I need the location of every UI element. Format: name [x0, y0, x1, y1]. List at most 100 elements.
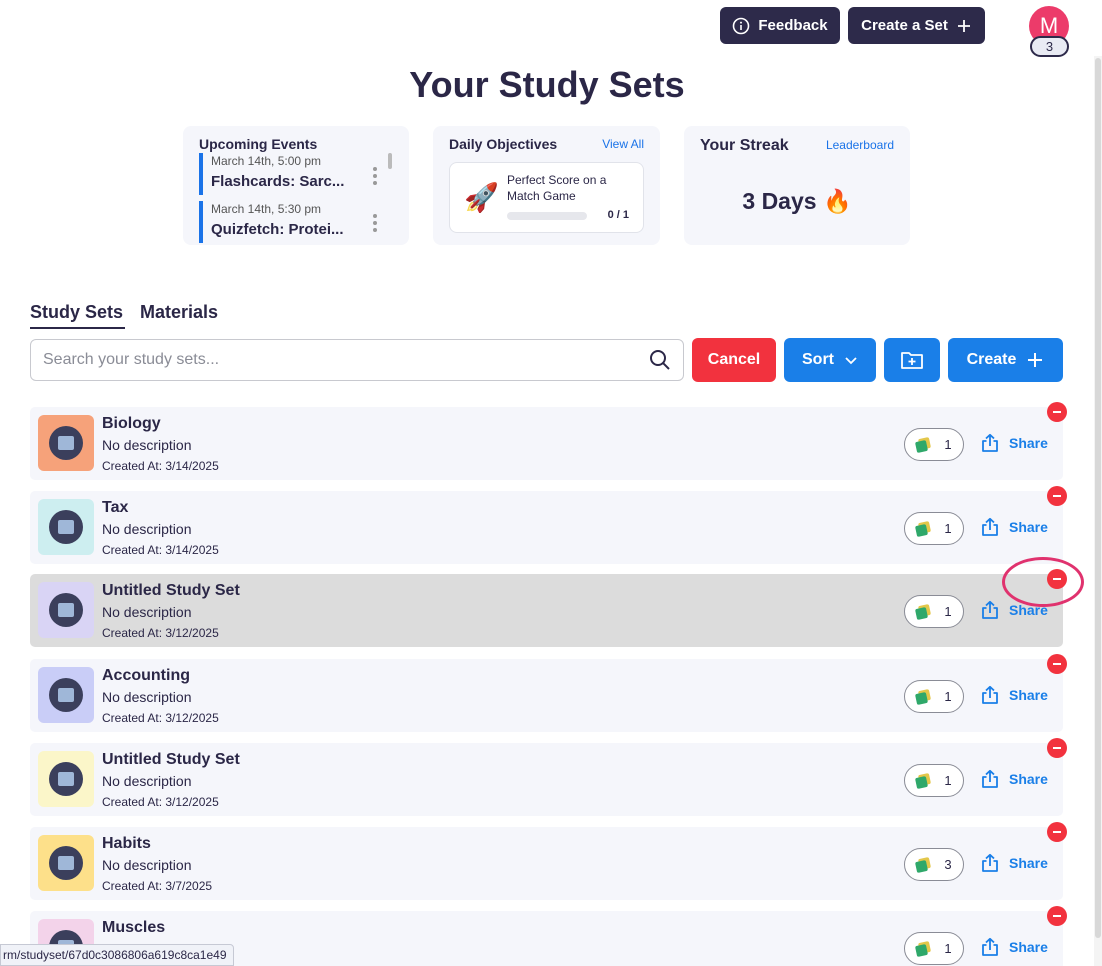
- minus-icon: [1053, 831, 1061, 833]
- share-button[interactable]: Share: [980, 853, 1048, 873]
- remove-study-set-button[interactable]: [1047, 486, 1067, 506]
- page-title: Your Study Sets: [409, 64, 685, 105]
- study-set-thumbnail: [38, 582, 94, 638]
- event-name: Quizfetch: Protei...: [211, 221, 344, 238]
- table-row[interactable]: Untitled Study Set No description Create…: [30, 743, 1063, 816]
- table-row[interactable]: Biology No description Created At: 3/14/…: [30, 407, 1063, 480]
- table-row[interactable]: Tax No description Created At: 3/14/2025…: [30, 491, 1063, 564]
- study-set-title[interactable]: Accounting: [102, 667, 190, 685]
- feedback-button[interactable]: Feedback: [720, 7, 840, 44]
- table-row[interactable]: Habits No description Created At: 3/7/20…: [30, 827, 1063, 900]
- minus-icon: [1053, 411, 1061, 413]
- flashcards-icon: [915, 603, 932, 620]
- info-icon: [733, 17, 750, 34]
- objective-item: 🚀 Perfect Score on a Match Game 0 / 1: [449, 162, 644, 233]
- avatar-badge-count: 3: [1045, 39, 1054, 54]
- study-set-created-at: Created At: 3/14/2025: [102, 459, 219, 473]
- new-folder-button[interactable]: [884, 338, 940, 382]
- flashcard-count-pill[interactable]: 1: [904, 428, 964, 461]
- tab-materials[interactable]: Materials: [140, 302, 218, 323]
- study-set-description: No description: [102, 773, 192, 789]
- remove-study-set-button[interactable]: [1047, 654, 1067, 674]
- event-menu-icon[interactable]: [373, 167, 377, 188]
- flashcards-icon: [915, 436, 932, 453]
- search-input[interactable]: [43, 340, 643, 380]
- table-row[interactable]: Accounting No description Created At: 3/…: [30, 659, 1063, 732]
- study-set-created-at: Created At: 3/12/2025: [102, 626, 219, 640]
- share-icon: [982, 433, 998, 452]
- plus-icon: [1028, 353, 1043, 367]
- study-set-title[interactable]: Tax: [102, 499, 128, 517]
- tab-study-sets[interactable]: Study Sets: [30, 302, 123, 323]
- study-set-title[interactable]: Untitled Study Set: [102, 582, 240, 600]
- cancel-button[interactable]: Cancel: [692, 338, 776, 382]
- study-set-title[interactable]: Habits: [102, 835, 151, 853]
- study-set-description: No description: [102, 857, 192, 873]
- flashcard-count-pill[interactable]: 1: [904, 512, 964, 545]
- share-icon: [982, 685, 998, 704]
- minus-icon: [1053, 915, 1061, 917]
- flashcard-count-pill[interactable]: 1: [904, 932, 964, 965]
- share-icon: [982, 853, 998, 872]
- flashcard-count: 1: [944, 689, 952, 704]
- flashcards-icon: [915, 856, 932, 873]
- plus-icon: [957, 19, 970, 32]
- share-icon: [982, 937, 998, 956]
- flashcard-count-pill[interactable]: 1: [904, 595, 964, 628]
- flashcard-count: 1: [944, 773, 952, 788]
- share-button[interactable]: Share: [980, 517, 1048, 537]
- search-icon[interactable]: [649, 349, 671, 371]
- streak-value-row: 3 Days 🔥: [684, 188, 910, 215]
- sort-button[interactable]: Sort: [784, 338, 876, 382]
- remove-study-set-button[interactable]: [1047, 738, 1067, 758]
- view-all-link[interactable]: View All: [602, 137, 644, 151]
- share-label: Share: [1009, 939, 1048, 955]
- study-set-created-at: Created At: 3/12/2025: [102, 795, 219, 809]
- study-set-description: No description: [102, 521, 192, 537]
- flashcard-count: 1: [944, 604, 952, 619]
- share-button[interactable]: Share: [980, 685, 1048, 705]
- share-label: Share: [1009, 435, 1048, 451]
- fire-icon: 🔥: [822, 188, 852, 214]
- flashcard-count-pill[interactable]: 1: [904, 680, 964, 713]
- remove-study-set-button[interactable]: [1047, 906, 1067, 926]
- table-row[interactable]: Untitled Study Set No description Create…: [30, 574, 1063, 647]
- study-set-title[interactable]: Untitled Study Set: [102, 751, 240, 769]
- remove-study-set-button[interactable]: [1047, 402, 1067, 422]
- leaderboard-link[interactable]: Leaderboard: [826, 138, 894, 152]
- study-set-thumbnail: [38, 835, 94, 891]
- study-set-title[interactable]: Biology: [102, 415, 161, 433]
- share-icon: [982, 600, 998, 619]
- page: Feedback Create a Set M 3 Your Study Set…: [0, 0, 1102, 966]
- cancel-label: Cancel: [707, 351, 761, 368]
- event-item[interactable]: March 14th, 5:00 pm Flashcards: Sarc...: [199, 153, 384, 195]
- create-a-set-button[interactable]: Create a Set: [848, 7, 985, 44]
- study-set-thumbnail: [38, 499, 94, 555]
- study-set-title[interactable]: Muscles: [102, 919, 165, 937]
- highlight-annotation: [1002, 557, 1084, 607]
- flashcard-count-pill[interactable]: 1: [904, 764, 964, 797]
- share-button[interactable]: Share: [980, 433, 1048, 453]
- share-icon: [982, 517, 998, 536]
- chevron-down-icon: [845, 357, 857, 365]
- study-set-thumbnail: [38, 751, 94, 807]
- flashcard-count-pill[interactable]: 3: [904, 848, 964, 881]
- event-menu-icon[interactable]: [373, 214, 377, 235]
- study-set-description: No description: [102, 437, 192, 453]
- share-button[interactable]: Share: [980, 769, 1048, 789]
- create-button[interactable]: Create: [948, 338, 1063, 382]
- share-label: Share: [1009, 519, 1048, 535]
- share-button[interactable]: Share: [980, 937, 1048, 957]
- daily-objectives-title: Daily Objectives: [449, 136, 558, 152]
- event-item[interactable]: March 14th, 5:30 pm Quizfetch: Protei...: [199, 201, 384, 243]
- daily-objectives-card: Daily Objectives View All 🚀 Perfect Scor…: [433, 126, 660, 245]
- avatar-badge: 3: [1030, 36, 1069, 57]
- remove-study-set-button[interactable]: [1047, 822, 1067, 842]
- tab-active-underline: [30, 327, 125, 329]
- events-scrollbar-thumb[interactable]: [388, 153, 392, 169]
- page-scrollbar-thumb[interactable]: [1095, 58, 1101, 938]
- minus-icon: [1053, 747, 1061, 749]
- create-label: Create: [966, 351, 1017, 368]
- streak-title: Your Streak: [700, 137, 789, 154]
- share-icon: [982, 769, 998, 788]
